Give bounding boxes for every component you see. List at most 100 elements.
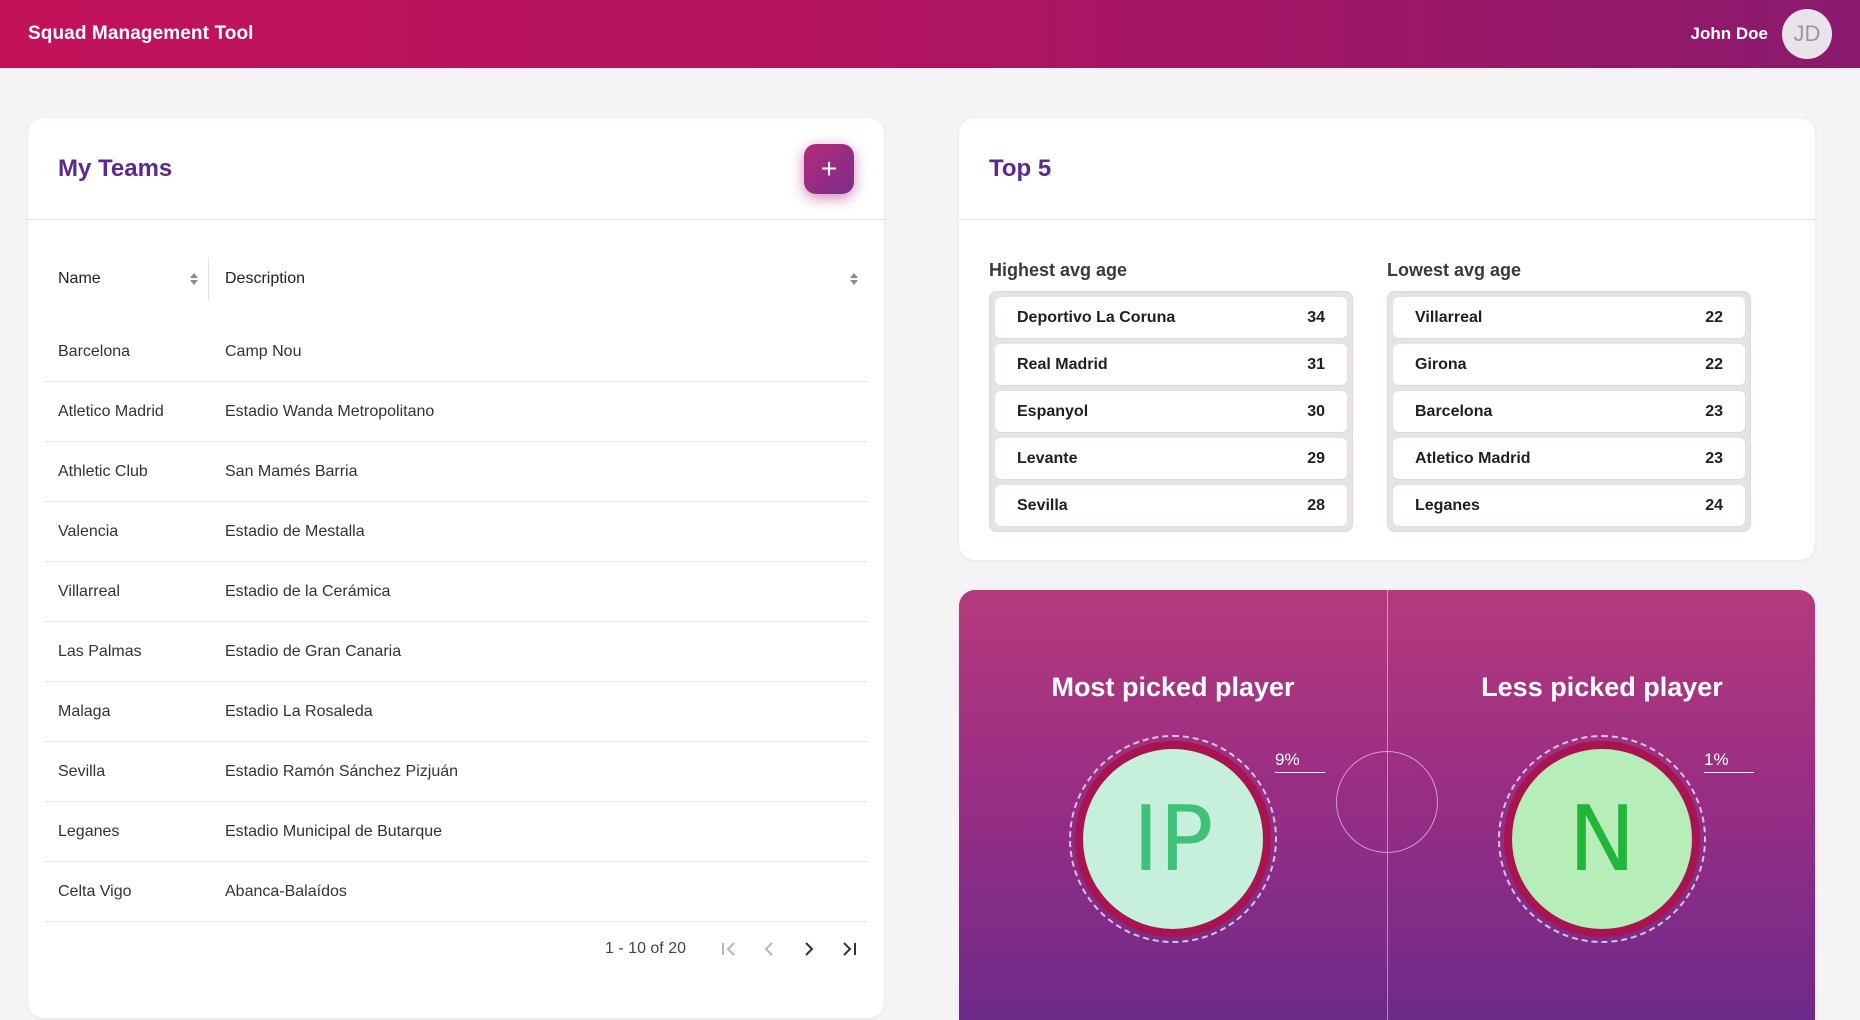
most-picked-title: Most picked player	[1051, 672, 1295, 702]
list-item[interactable]: Villarreal 22	[1393, 297, 1745, 338]
first-page-icon[interactable]	[718, 937, 740, 961]
list-item[interactable]: Sevilla 28	[995, 485, 1347, 526]
team-name-cell: Malaga	[58, 702, 111, 720]
ranking-team: Sevilla	[1017, 496, 1068, 514]
list-item[interactable]: Atletico Madrid 23	[1393, 438, 1745, 479]
most-picked-initials: IP	[1083, 749, 1263, 929]
table-row[interactable]: Atletico Madrid Estadio Wanda Metropolita…	[44, 382, 868, 442]
table-header: Name Description	[44, 220, 868, 322]
team-description-cell: Estadio Municipal de Butarque	[225, 822, 443, 840]
ranking-team: Deportivo La Coruna	[1017, 308, 1176, 326]
less-picked-player[interactable]: N	[1498, 735, 1706, 943]
lowest-avg-age: Lowest avg age Villarreal 22 Girona 22 Barce…	[1387, 260, 1751, 532]
ranking-team: Espanyol	[1017, 402, 1089, 420]
ranking-value: 24	[1705, 496, 1723, 514]
table-row[interactable]: Barcelona Camp Nou	[44, 322, 868, 382]
team-description-cell: Estadio La Rosaleda	[225, 702, 373, 720]
highest-avg-age: Highest avg age Deportivo La Coruna 34 Rea…	[989, 260, 1353, 532]
lowest-avg-age-title: Lowest avg age	[1387, 260, 1522, 280]
team-description-cell: Estadio de la Cerámica	[225, 582, 391, 600]
ranking-value: 31	[1307, 355, 1325, 373]
most-picked-player[interactable]: IP	[1069, 735, 1277, 943]
table-row[interactable]: Valencia Estadio de Mestalla	[44, 502, 868, 562]
team-name-cell: Athletic Club	[58, 462, 148, 480]
table-row[interactable]: Las Palmas Estadio de Gran Canaria	[44, 622, 868, 682]
list-item[interactable]: Levante 29	[995, 438, 1347, 479]
table-row[interactable]: Malaga Estadio La Rosaleda	[44, 682, 868, 742]
ranking-value: 29	[1307, 449, 1325, 467]
top5-header: Top 5	[959, 118, 1815, 220]
pagination: 1 - 10 of 20	[44, 922, 868, 976]
add-team-button[interactable]: +	[804, 143, 854, 194]
table-row[interactable]: Athletic Club San Mamés Barria	[44, 442, 868, 502]
pagination-range: 1 - 10 of 20	[605, 940, 686, 957]
column-name-label: Name	[58, 270, 101, 287]
list-item[interactable]: Deportivo La Coruna 34	[995, 297, 1347, 338]
table-row[interactable]: Sevilla Estadio Ramón Sánchez Pizjuán	[44, 742, 868, 802]
list-item[interactable]: Espanyol 30	[995, 391, 1347, 432]
picked-players-pitch: Most picked player IP 9% Less picked pla…	[959, 590, 1815, 1020]
ranking-value: 23	[1705, 449, 1723, 467]
ranking-value: 28	[1307, 496, 1325, 514]
user-name: John Doe	[1690, 24, 1768, 43]
less-picked-title: Less picked player	[1481, 672, 1723, 702]
column-header-description[interactable]: Description	[209, 258, 868, 300]
team-description-cell: Estadio Ramón Sánchez Pizjuán	[225, 762, 459, 780]
my-teams-card: My Teams + Name Description Barcelona Cam…	[28, 118, 884, 1018]
list-item[interactable]: Barcelona 23	[1393, 391, 1745, 432]
ranking-value: 30	[1307, 402, 1325, 420]
team-name-cell: Celta Vigo	[58, 882, 132, 900]
table-body: Barcelona Camp Nou Atletico Madrid Estadio …	[44, 322, 868, 922]
team-name-cell: Sevilla	[58, 762, 106, 780]
lowest-avg-age-list: Villarreal 22 Girona 22 Barcelona 23 Atletico …	[1387, 291, 1751, 532]
team-description-cell: Estadio de Gran Canaria	[225, 642, 402, 660]
team-name-cell: Valencia	[58, 522, 119, 540]
team-description-cell: Estadio de Mestalla	[225, 522, 365, 540]
team-name-cell: Las Palmas	[58, 642, 142, 660]
my-teams-header: My Teams +	[28, 118, 884, 220]
list-item[interactable]: Leganes 24	[1393, 485, 1745, 526]
top5-card: Top 5 Highest avg age Deportivo La Corun…	[959, 118, 1815, 560]
table-row[interactable]: Villarreal Estadio de la Cerámica	[44, 562, 868, 622]
last-page-icon[interactable]	[838, 937, 860, 961]
team-description-cell: Abanca-Balaídos	[225, 882, 347, 900]
ranking-value: 34	[1307, 308, 1325, 326]
team-name-cell: Barcelona	[58, 342, 131, 360]
ranking-team: Real Madrid	[1017, 355, 1108, 373]
ranking-value: 22	[1705, 355, 1723, 373]
sort-icon[interactable]	[190, 273, 198, 285]
sort-icon[interactable]	[850, 273, 858, 285]
team-name-cell: Leganes	[58, 822, 120, 840]
teams-table: Name Description Barcelona Camp Nou Atleti…	[28, 220, 884, 976]
most-picked-percent: 9%	[1275, 750, 1325, 773]
list-item[interactable]: Real Madrid 31	[995, 344, 1347, 385]
my-teams-title: My Teams	[58, 154, 173, 182]
ranking-team: Barcelona	[1415, 402, 1493, 420]
avatar[interactable]: JD	[1782, 9, 1832, 59]
top5-title: Top 5	[989, 154, 1052, 182]
team-description-cell: San Mamés Barria	[225, 462, 358, 480]
table-row[interactable]: Leganes Estadio Municipal de Butarque	[44, 802, 868, 862]
previous-page-icon[interactable]	[758, 937, 780, 961]
ranking-team: Atletico Madrid	[1415, 449, 1531, 467]
table-row[interactable]: Celta Vigo Abanca-Balaídos	[44, 862, 868, 922]
top-bar: Squad Management Tool John Doe JD	[0, 0, 1860, 68]
less-picked-initials: N	[1512, 749, 1692, 929]
ranking-team: Leganes	[1415, 496, 1480, 514]
ranking-team: Girona	[1415, 355, 1467, 373]
user-menu[interactable]: John Doe JD	[1691, 9, 1832, 59]
next-page-icon[interactable]	[798, 937, 820, 961]
app-title: Squad Management Tool	[28, 23, 254, 44]
column-header-name[interactable]: Name	[44, 258, 209, 300]
ranking-team: Villarreal	[1415, 308, 1483, 326]
list-item[interactable]: Girona 22	[1393, 344, 1745, 385]
less-picked-section: Less picked player N 1%	[1388, 590, 1815, 1020]
team-description-cell: Estadio Wanda Metropolitano	[225, 402, 435, 420]
ranking-team: Levante	[1017, 449, 1078, 467]
highest-avg-age-list: Deportivo La Coruna 34 Real Madrid 31 Espany…	[989, 291, 1353, 532]
ranking-value: 23	[1705, 402, 1723, 420]
highest-avg-age-title: Highest avg age	[989, 260, 1128, 280]
less-picked-percent: 1%	[1704, 750, 1754, 773]
team-name-cell: Atletico Madrid	[58, 402, 164, 420]
ranking-value: 22	[1705, 308, 1723, 326]
